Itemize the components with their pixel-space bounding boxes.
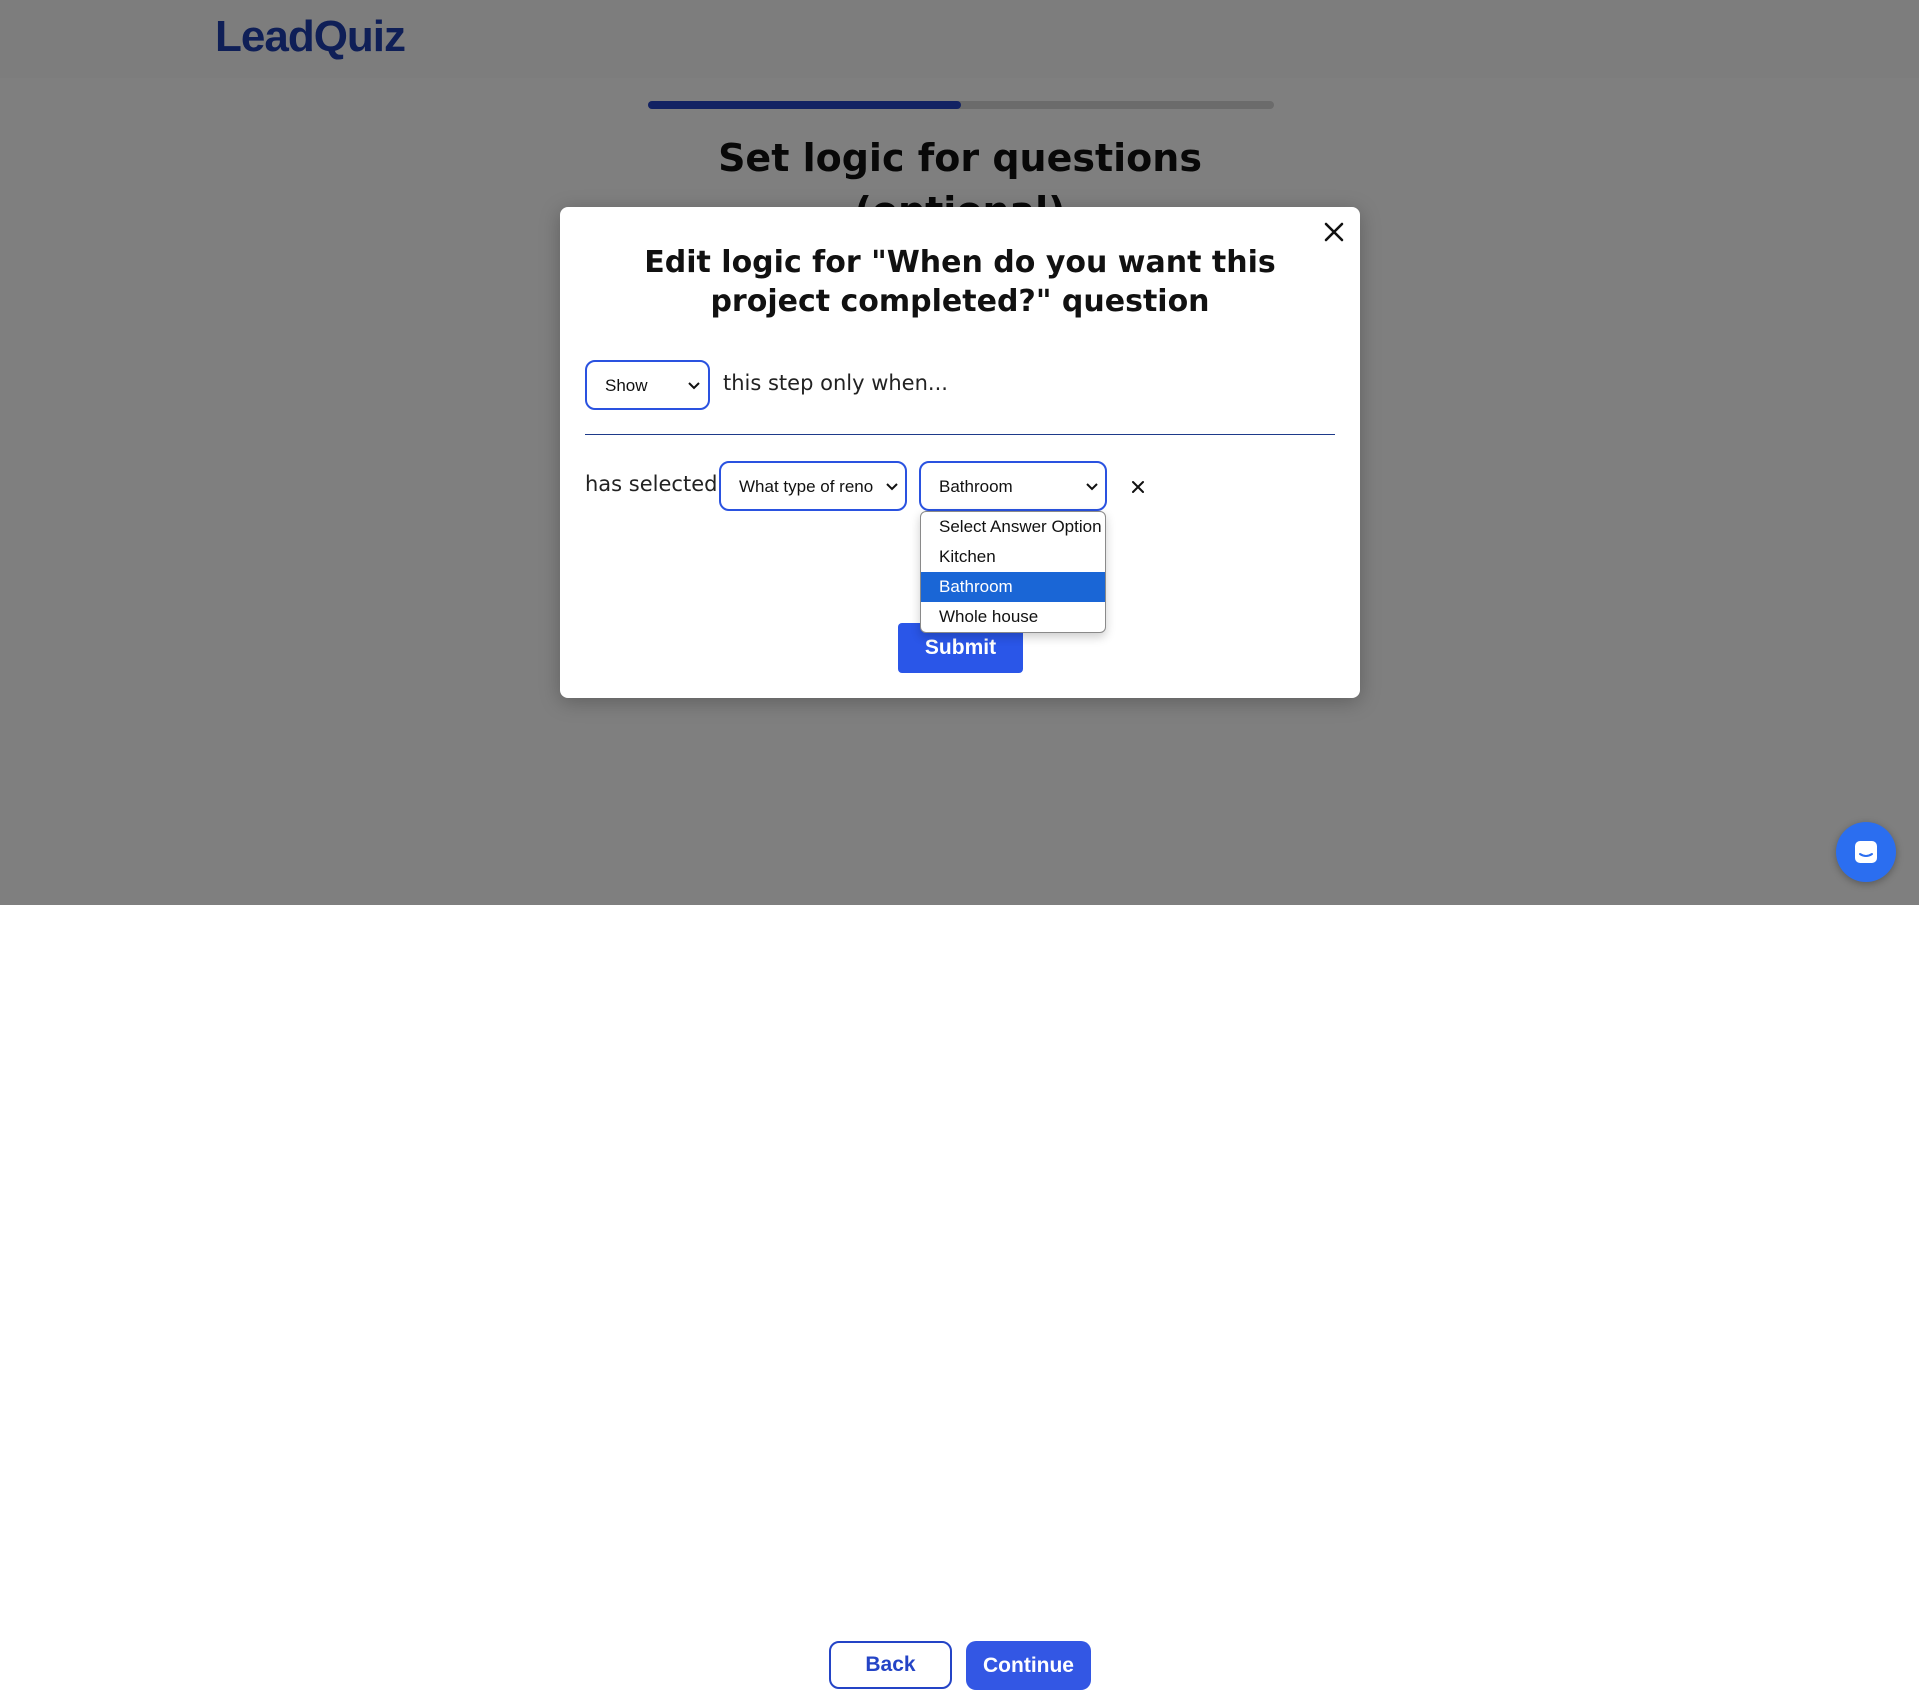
continue-button[interactable]: Continue xyxy=(966,1641,1091,1690)
back-button[interactable]: Back xyxy=(829,1641,952,1689)
question-select[interactable]: What type of reno xyxy=(719,461,907,511)
dropdown-option[interactable]: Whole house xyxy=(921,602,1105,632)
step-condition-text: this step only when... xyxy=(723,371,948,395)
remove-condition-button[interactable] xyxy=(1127,476,1149,498)
modal-title: Edit logic for "When do you want this pr… xyxy=(644,245,1276,319)
modal-close-button[interactable] xyxy=(1320,218,1348,246)
divider xyxy=(585,434,1335,435)
dropdown-option[interactable]: Kitchen xyxy=(921,542,1105,572)
dropdown-option[interactable]: Select Answer Option xyxy=(921,512,1105,542)
close-icon xyxy=(1324,222,1344,242)
close-icon xyxy=(1132,481,1144,493)
dropdown-option[interactable]: Bathroom xyxy=(921,572,1105,602)
chat-launcher-button[interactable] xyxy=(1836,822,1896,882)
has-selected-label: has selected: xyxy=(585,472,725,496)
answer-dropdown-list: Select Answer Option Kitchen Bathroom Wh… xyxy=(920,511,1106,633)
chat-icon xyxy=(1855,841,1877,863)
answer-select[interactable]: Bathroom xyxy=(919,461,1107,511)
visibility-select[interactable]: Show xyxy=(585,360,710,410)
